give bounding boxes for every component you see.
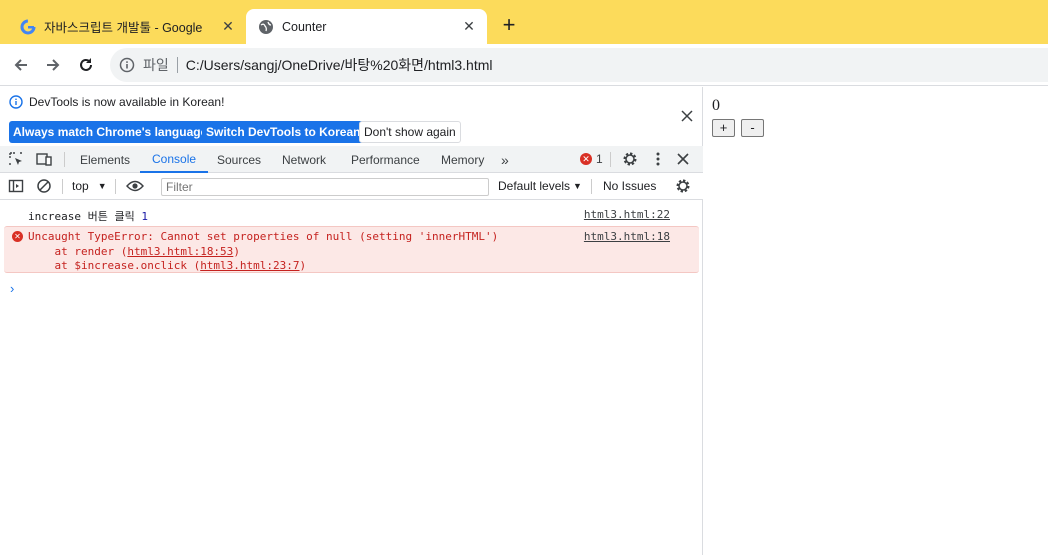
device-toolbar-icon[interactable] — [36, 151, 52, 167]
globe-icon — [258, 19, 274, 35]
stack-link[interactable]: html3.html:23:7 — [200, 259, 299, 272]
inspect-element-icon[interactable] — [8, 151, 24, 167]
arrow-left-icon — [14, 59, 27, 71]
tab-elements[interactable]: Elements — [80, 146, 130, 173]
gear-icon[interactable] — [622, 151, 638, 167]
devtools-panel: DevTools is now available in Korean! Alw… — [0, 87, 703, 555]
divider — [591, 179, 592, 194]
browser-toolbar: 파일 C:/Users/sangj/OneDrive/바탕%20화면/html3… — [0, 44, 1048, 86]
divider — [115, 179, 116, 194]
console-error-row: ✕ Uncaught TypeError: Cannot set propert… — [4, 226, 699, 273]
error-count-badge[interactable]: ✕ 1 — [580, 152, 603, 166]
chevron-down-icon: ▼ — [97, 181, 107, 191]
log-levels-dropdown[interactable]: Default levels ▼ — [498, 179, 582, 193]
stack-link[interactable]: html3.html:18:53 — [127, 245, 233, 258]
increase-button[interactable]: + — [712, 119, 735, 137]
dont-show-again-button[interactable]: Don't show again — [359, 121, 461, 143]
close-icon[interactable] — [680, 109, 694, 123]
eye-icon[interactable] — [126, 178, 144, 194]
url-text: C:/Users/sangj/OneDrive/바탕%20화면/html3.ht… — [185, 57, 493, 73]
tab-sources[interactable]: Sources — [217, 146, 261, 173]
levels-label: Default levels — [498, 179, 571, 193]
error-icon: ✕ — [12, 231, 23, 242]
chevron-down-icon: ▼ — [573, 181, 582, 191]
tab-network[interactable]: Network — [282, 146, 326, 173]
scheme-label: 파일 — [143, 57, 169, 73]
browser-tab-counter[interactable]: Counter ✕ — [246, 9, 487, 44]
console-prompt[interactable]: › — [10, 281, 14, 296]
close-icon[interactable] — [675, 151, 691, 167]
divider — [62, 179, 63, 194]
divider — [64, 152, 65, 167]
info-icon[interactable] — [119, 57, 135, 73]
error-message: Uncaught TypeError: Cannot set propertie… — [28, 230, 499, 243]
more-tabs-icon[interactable]: » — [501, 146, 509, 173]
console-filter-input[interactable] — [161, 178, 489, 196]
console-log-row: increase 버튼 클릭 1 html3.html:22 — [0, 206, 703, 224]
error-icon: ✕ — [580, 153, 592, 165]
error-count: 1 — [596, 152, 603, 166]
stack-prefix: at render ( — [28, 245, 128, 258]
stack-prefix: at $increase.onclick ( — [28, 259, 201, 272]
always-match-language-button[interactable]: Always match Chrome's language — [9, 121, 212, 143]
divider — [176, 57, 178, 73]
google-icon — [20, 19, 36, 35]
console-toolbar: top ▼ Default levels ▼ No Issues — [0, 173, 703, 200]
stack-suffix: ) — [233, 245, 240, 258]
new-tab-button[interactable]: + — [497, 14, 521, 38]
reload-icon — [80, 58, 92, 71]
kebab-menu-icon[interactable] — [650, 151, 666, 167]
page-viewport: 0 + - — [704, 87, 1048, 555]
close-icon[interactable]: ✕ — [461, 18, 477, 35]
gear-icon[interactable] — [675, 178, 691, 194]
stack-suffix: ) — [299, 259, 307, 272]
language-infobar: DevTools is now available in Korean! Alw… — [0, 87, 703, 146]
tab-console[interactable]: Console — [140, 146, 209, 173]
reload-button[interactable] — [73, 52, 99, 78]
source-link[interactable]: html3.html:22 — [584, 208, 670, 221]
log-message: increase 버튼 클릭 1 — [28, 208, 148, 224]
log-value: 1 — [141, 210, 148, 223]
arrow-right-icon — [47, 59, 60, 71]
source-link[interactable]: html3.html:18 — [584, 230, 670, 243]
log-text: increase 버튼 클릭 — [28, 210, 135, 223]
tab-performance[interactable]: Performance — [351, 146, 420, 173]
stack-frame: at render (html3.html:18:53) — [28, 245, 240, 258]
stack-frame: at $increase.onclick (html3.html:23:7) — [28, 259, 306, 272]
forward-button[interactable] — [40, 52, 66, 78]
infobar-message: DevTools is now available in Korean! — [29, 95, 225, 109]
switch-to-korean-button[interactable]: Switch DevTools to Korean — [202, 121, 365, 143]
address-bar[interactable]: 파일 C:/Users/sangj/OneDrive/바탕%20화면/html3… — [110, 48, 1048, 82]
sidebar-toggle-icon[interactable] — [8, 178, 24, 194]
decrease-button[interactable]: - — [741, 119, 764, 137]
divider — [610, 152, 611, 167]
issues-button[interactable]: No Issues — [603, 179, 656, 193]
tab-title: Counter — [282, 19, 327, 34]
info-icon — [9, 95, 23, 109]
context-selector[interactable]: top ▼ — [72, 179, 107, 193]
tab-title: 자바스크립트 개발툴 - Google — [44, 21, 203, 35]
back-button[interactable] — [8, 52, 34, 78]
tab-strip: 자바스크립트 개발툴 - Google ✕ Counter ✕ + — [0, 0, 1048, 44]
counter-value: 0 — [712, 97, 720, 114]
tab-memory[interactable]: Memory — [441, 146, 484, 173]
context-label: top — [72, 179, 89, 193]
close-icon[interactable]: ✕ — [220, 18, 236, 35]
clear-console-icon[interactable] — [36, 178, 52, 194]
devtools-tab-bar: Elements Console Sources Network Perform… — [0, 146, 703, 173]
browser-tab-google[interactable]: 자바스크립트 개발툴 - Google ✕ — [8, 9, 246, 44]
